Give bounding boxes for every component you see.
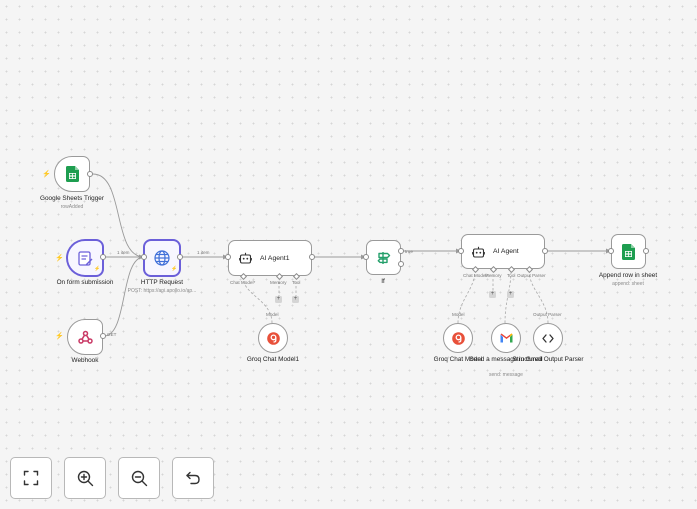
gmail-icon <box>500 333 512 343</box>
sheets-trigger-output-port[interactable] <box>87 171 93 177</box>
robot-icon <box>239 252 252 264</box>
globe-icon <box>154 250 170 266</box>
code-icon <box>542 333 554 343</box>
zoom-out-button[interactable] <box>118 457 160 499</box>
groq-model1-title: Groq Chat Model1 <box>246 356 300 363</box>
ai-agent-output-parser-label: Output Parser <box>517 273 546 278</box>
ai-agent1-node[interactable]: AI Agent1 <box>228 240 312 276</box>
zoom-to-fit-button[interactable] <box>10 457 52 499</box>
google-sheets-trigger-node[interactable] <box>54 156 90 192</box>
groq-model-port-label: Model <box>452 312 465 317</box>
zoom-in-button[interactable] <box>64 457 106 499</box>
if-title: If <box>381 278 385 285</box>
webhook-pin-icon: ⚡ <box>171 266 178 272</box>
edge-webhook-to-http <box>103 256 145 337</box>
structured-output-parser-node[interactable] <box>533 323 563 353</box>
ai-agent1-output-port[interactable] <box>309 254 315 260</box>
append-row-input-port[interactable] <box>608 248 614 254</box>
parser-title: Structured Output Parser <box>512 356 584 363</box>
http-request-subtitle: POST: https://api.apollo.io/ap... <box>127 288 197 294</box>
ai-agent1-add-tool-button[interactable]: + <box>292 296 299 303</box>
ai-agent-tool-label: Tool <box>507 273 516 278</box>
ai-agent1-input-port[interactable] <box>225 254 231 260</box>
groq-chat-model1-node[interactable] <box>258 323 288 353</box>
undo-icon <box>186 471 200 485</box>
fit-view-icon <box>23 470 39 486</box>
edge-label-if-true: true <box>405 249 413 254</box>
if-node[interactable] <box>366 240 401 275</box>
ai-agent1-title: AI Agent1 <box>260 254 290 262</box>
http-request-output-port[interactable] <box>177 254 183 260</box>
if-true-output-port[interactable] <box>398 248 404 254</box>
ai-agent-memory-label: Memory <box>485 273 502 278</box>
append-row-subtitle: append: sheet <box>612 281 644 287</box>
edge-label-form-to-http: 1 item <box>117 250 130 255</box>
ai-agent-add-tool-button[interactable]: + <box>507 291 514 298</box>
zoom-in-icon <box>77 470 93 486</box>
zoom-out-icon <box>131 470 147 486</box>
trigger-bolt-icon: ⚡ <box>42 171 51 178</box>
append-row-node[interactable] <box>611 234 646 269</box>
form-submission-output-port[interactable] <box>100 254 106 260</box>
ai-agent1-tool-label: Tool <box>292 280 301 285</box>
ai-agent1-memory-label: Memory <box>270 280 287 285</box>
trigger-bolt-icon: ⚡ <box>55 333 64 340</box>
webhook-pin-icon: ⚡ <box>94 266 101 272</box>
gmail-subtitle: send: message <box>489 372 523 378</box>
ai-agent-output-port[interactable] <box>542 248 548 254</box>
ai-agent-input-port[interactable] <box>458 248 464 254</box>
edge-label-http-to-agent1: 1 item <box>197 250 210 255</box>
groq-model1-port-label: Model <box>266 312 279 317</box>
http-request-title: HTTP Request <box>140 279 184 286</box>
parser-port-label: Output Parser <box>533 312 562 317</box>
signpost-icon <box>377 251 390 264</box>
edge-label-webhook: GET <box>107 332 117 337</box>
webhook-icon <box>77 330 93 344</box>
google-sheets-icon <box>622 243 635 260</box>
if-false-output-port[interactable] <box>398 261 404 267</box>
webhook-title: Webhook <box>71 357 99 364</box>
groq-chat-model-node[interactable] <box>443 323 473 353</box>
ai-agent1-add-memory-button[interactable]: + <box>275 296 282 303</box>
groq-icon <box>266 331 280 345</box>
sheets-trigger-subtitle: rowAdded <box>60 204 84 210</box>
ai-agent-title: AI Agent <box>493 248 519 255</box>
google-sheets-icon <box>65 166 79 182</box>
ai-agent1-chat-model-label: Chat Model* <box>230 280 256 285</box>
trigger-bolt-icon: ⚡ <box>55 255 64 262</box>
gmail-node[interactable] <box>491 323 521 353</box>
ai-agent-node[interactable]: AI Agent <box>461 234 545 269</box>
if-input-port[interactable] <box>363 254 369 260</box>
sheets-trigger-title: Google Sheets Trigger <box>40 195 104 202</box>
workflow-canvas[interactable]: ⚡ Google Sheets Trigger rowAdded ⚡ ⚡ On … <box>0 0 697 509</box>
form-icon <box>77 250 92 266</box>
webhook-node[interactable] <box>67 319 103 355</box>
append-row-title: Append row in sheet <box>598 272 658 279</box>
ai-agent-add-memory-button[interactable]: + <box>489 291 496 298</box>
webhook-output-port[interactable] <box>100 333 106 339</box>
append-row-output-port[interactable] <box>643 248 649 254</box>
http-request-input-port[interactable] <box>141 254 147 260</box>
robot-icon <box>472 246 485 258</box>
groq-icon <box>451 331 465 345</box>
undo-button[interactable] <box>172 457 214 499</box>
